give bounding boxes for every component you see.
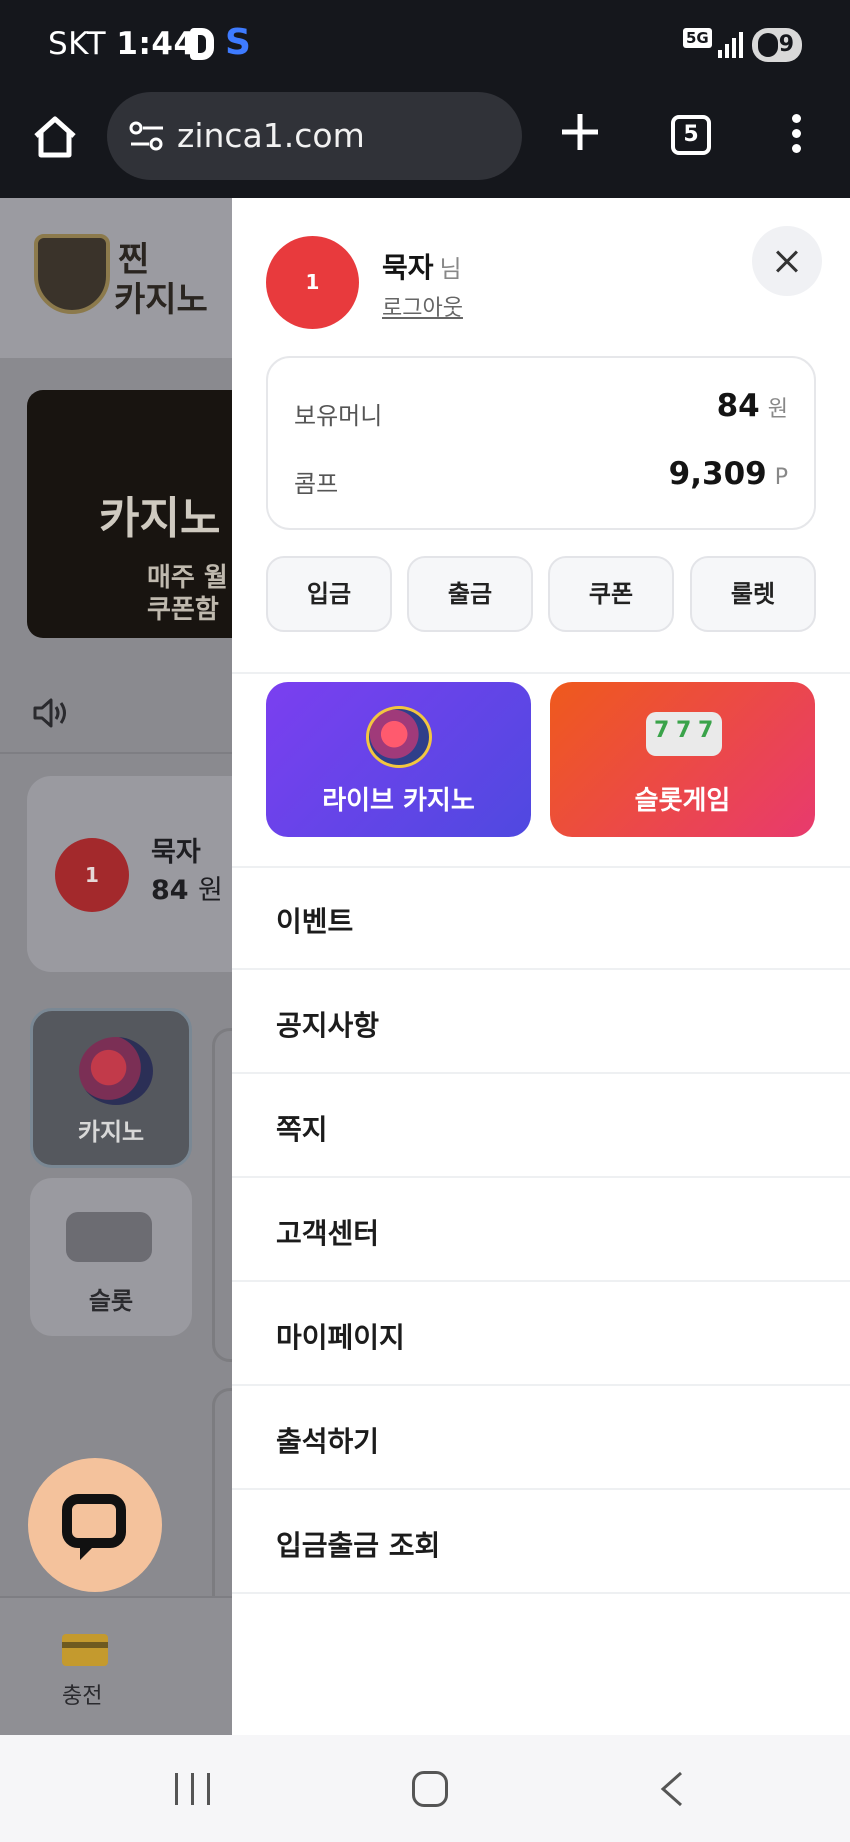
b-app-icon	[190, 28, 214, 60]
battery-icon: 9	[752, 28, 802, 62]
tab-switcher-button[interactable]: 5	[671, 115, 711, 155]
money-value: 84	[716, 388, 760, 424]
charging-bolt-icon	[758, 33, 778, 57]
browser-toolbar: zinca1.com 5	[0, 92, 850, 198]
page-background-overlay[interactable]: 찐 카지노 카지노 매주 월 쿠폰함 1 묵자 84 원 카지노 슬롯 충전	[0, 198, 232, 1735]
casino-chip-icon	[366, 706, 432, 768]
bottom-navigation: 충전	[0, 1596, 232, 1735]
address-bar[interactable]: zinca1.com	[107, 92, 522, 180]
balance-comp-row: 콤프 9,309 P	[294, 456, 788, 498]
slot-reel-icon: 777	[646, 712, 722, 756]
user-name: 묵자	[151, 837, 201, 868]
recent-apps-icon[interactable]	[175, 1773, 211, 1805]
live-chat-button[interactable]	[28, 1458, 162, 1592]
system-navigation-bar	[0, 1735, 850, 1842]
side-drawer: 1 묵자 님 로그아웃 보유머니 84 원 콤프 9,309 P 입금 출금 쿠폰 룰…	[232, 198, 850, 1735]
user-level-badge: 1	[55, 838, 129, 912]
menu-item-messages[interactable]: 쪽지	[232, 1074, 850, 1178]
slot-game-button[interactable]: 777 슬롯게임	[550, 682, 815, 837]
user-money: 84 원	[151, 875, 223, 906]
more-menu-icon[interactable]	[790, 114, 802, 154]
menu-item-mypage[interactable]: 마이페이지	[232, 1282, 850, 1386]
balance-money-row: 보유머니 84 원	[294, 388, 788, 430]
menu-item-support[interactable]: 고객센터	[232, 1178, 850, 1282]
promo-banner: 카지노 매주 월 쿠폰함	[27, 390, 232, 638]
status-bar: SKT 1:44 S 5G 9	[0, 0, 850, 92]
menu-item-event[interactable]: 이벤트	[232, 866, 850, 970]
banner-subtitle: 매주 월 쿠폰함	[147, 563, 228, 625]
withdraw-button[interactable]: 출금	[407, 556, 533, 632]
live-casino-button[interactable]: 라이브 카지노	[266, 682, 531, 837]
home-icon[interactable]	[30, 112, 80, 162]
menu-item-notice[interactable]: 공지사항	[232, 970, 850, 1074]
roulette-button[interactable]: 룰렛	[690, 556, 816, 632]
category-casino[interactable]: 카지노	[30, 1008, 192, 1168]
drawer-user-name: 묵자 님	[382, 251, 462, 284]
nav-item-charge[interactable]: 충전	[62, 1678, 102, 1710]
content-card	[212, 1028, 232, 1362]
credit-card-icon[interactable]	[62, 1634, 108, 1666]
comp-value: 9,309	[668, 456, 767, 492]
logout-link[interactable]: 로그아웃	[382, 290, 463, 322]
user-summary-card: 1 묵자 84 원	[27, 776, 232, 972]
speaker-icon	[33, 698, 66, 728]
logo-shield-icon	[34, 234, 110, 314]
s-app-icon: S	[225, 22, 251, 63]
new-tab-icon[interactable]	[560, 112, 600, 152]
deposit-button[interactable]: 입금	[266, 556, 392, 632]
user-level-badge: 1	[266, 236, 359, 329]
signal-icon	[718, 32, 744, 58]
menu-item-attendance[interactable]: 출석하기	[232, 1386, 850, 1490]
network-type-badge: 5G	[683, 28, 712, 48]
back-icon[interactable]	[655, 1771, 689, 1807]
site-header: 찐 카지노	[0, 198, 232, 358]
site-settings-icon[interactable]	[129, 120, 165, 152]
menu-item-transaction-history[interactable]: 입금출금 조회	[232, 1490, 850, 1594]
site-logo: 찐 카지노	[34, 228, 214, 320]
slot-machine-icon	[66, 1212, 152, 1262]
clock: 1:44	[116, 26, 196, 62]
banner-title: 카지노	[99, 493, 221, 544]
battery-level: 9	[778, 32, 794, 57]
close-drawer-button[interactable]	[752, 226, 822, 296]
status-carrier-time: SKT 1:44	[48, 26, 196, 62]
casino-chip-icon	[79, 1037, 153, 1105]
divider	[232, 672, 850, 674]
carrier-label: SKT	[48, 26, 107, 62]
coupon-button[interactable]: 쿠폰	[548, 556, 674, 632]
quick-actions: 입금 출금 쿠폰 룰렛	[266, 556, 816, 632]
chat-bubble-icon	[62, 1494, 126, 1560]
category-slot[interactable]: 슬롯	[30, 1178, 192, 1336]
drawer-menu: 이벤트 공지사항 쪽지 고객센터 마이페이지 출석하기 입금출금 조회	[232, 866, 850, 1594]
balance-card: 보유머니 84 원 콤프 9,309 P	[266, 356, 816, 530]
divider	[0, 752, 232, 754]
url-text[interactable]: zinca1.com	[177, 116, 365, 155]
home-button-icon[interactable]	[412, 1771, 448, 1807]
